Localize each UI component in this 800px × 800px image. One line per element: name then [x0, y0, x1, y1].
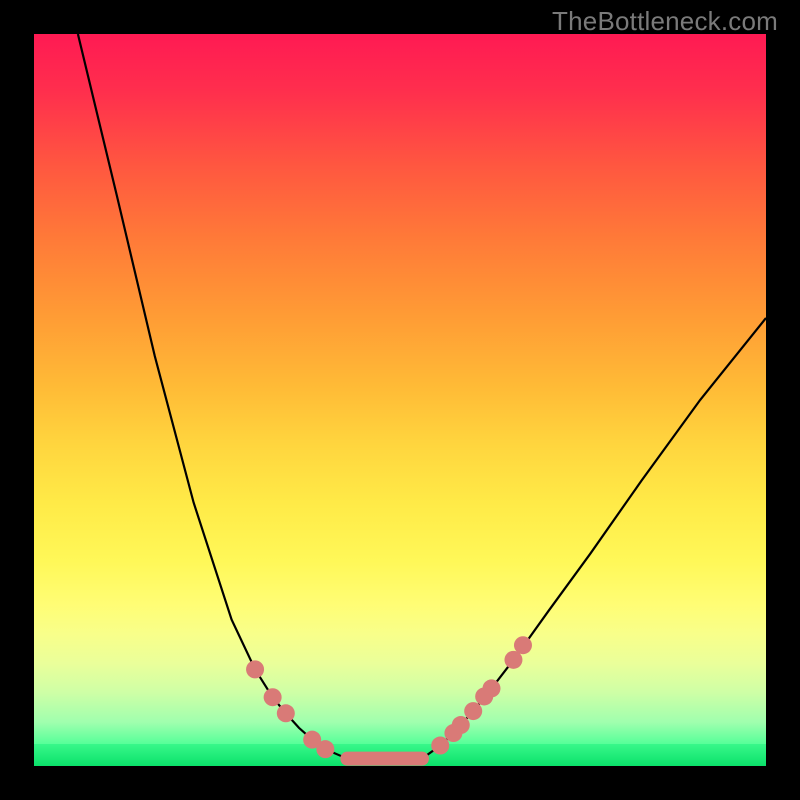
- curve-marker: [464, 702, 482, 720]
- bottleneck-curve: [78, 34, 766, 759]
- chart-container: TheBottleneck.com: [0, 0, 800, 800]
- curve-marker: [277, 704, 295, 722]
- curve-marker: [316, 740, 334, 758]
- curve-marker: [452, 716, 470, 734]
- chart-svg: [34, 34, 766, 766]
- curve-marker: [431, 737, 449, 755]
- curve-marker: [514, 636, 532, 654]
- curve-marker: [483, 679, 501, 697]
- curve-marker: [264, 688, 282, 706]
- curve-marker: [246, 660, 264, 678]
- curve-markers-left: [246, 660, 334, 758]
- curve-markers-right: [431, 636, 532, 754]
- plot-area: [34, 34, 766, 766]
- watermark-text: TheBottleneck.com: [552, 6, 778, 37]
